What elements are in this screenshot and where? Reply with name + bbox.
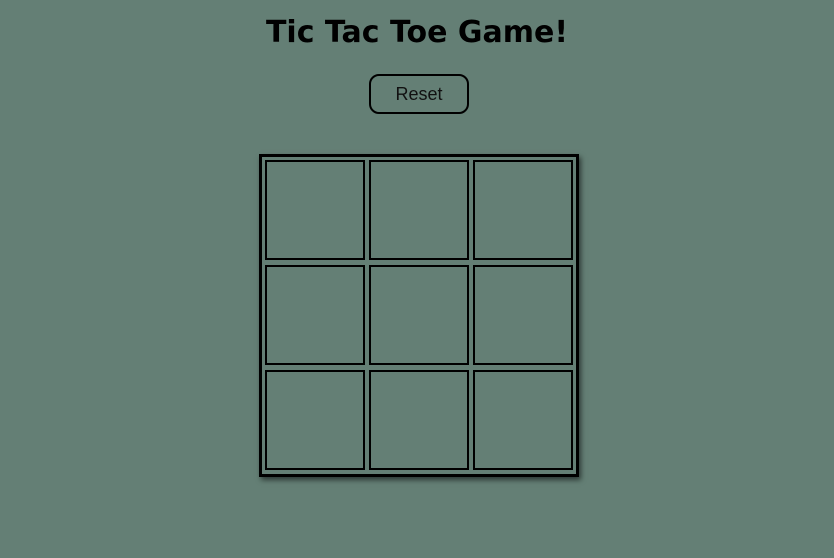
board-cell-7[interactable] [265, 370, 365, 470]
board-cell-5[interactable] [369, 265, 469, 365]
board-cell-1[interactable] [265, 160, 365, 260]
game-page: Tic Tac Toe Game! Reset [0, 0, 834, 558]
board-cell-9[interactable] [473, 370, 573, 470]
board-cell-8[interactable] [369, 370, 469, 470]
reset-button[interactable]: Reset [369, 74, 469, 114]
game-board [259, 154, 579, 477]
board-cell-4[interactable] [265, 265, 365, 365]
page-title: Tic Tac Toe Game! [265, 15, 569, 50]
board-cell-6[interactable] [473, 265, 573, 365]
board-cell-2[interactable] [369, 160, 469, 260]
board-cell-3[interactable] [473, 160, 573, 260]
